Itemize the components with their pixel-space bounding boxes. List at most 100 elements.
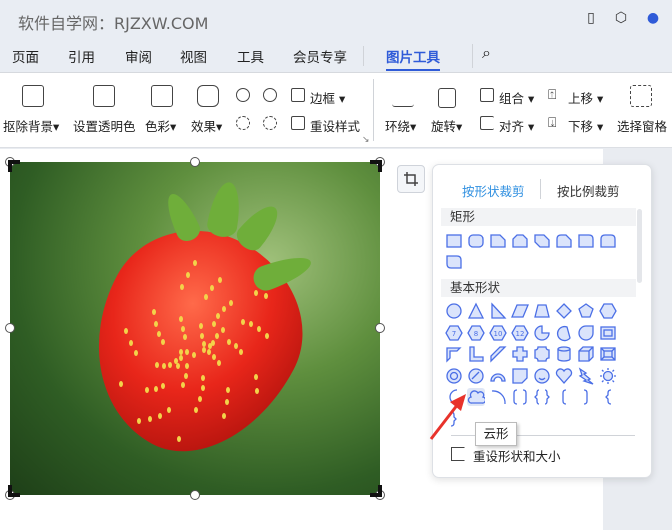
shape-right-triangle-icon[interactable] <box>489 302 507 320</box>
tab-review[interactable]: 审阅 <box>125 46 152 66</box>
wrap-button[interactable]: 环绕▾ <box>385 116 416 135</box>
bring-forward-button[interactable]: 上移 ▾ <box>568 88 603 107</box>
shape-snip1-icon[interactable] <box>489 232 507 250</box>
tab-page[interactable]: 页面 <box>12 46 39 66</box>
shape-decagon-icon[interactable]: 10 <box>489 324 507 342</box>
shape-no-symbol-icon[interactable] <box>467 367 485 385</box>
shape-oval-icon[interactable] <box>445 302 463 320</box>
shape-frame-icon[interactable] <box>599 324 617 342</box>
shape-donut-icon[interactable] <box>445 367 463 385</box>
tab-crop-by-shape[interactable]: 按形状裁剪 <box>462 181 525 200</box>
avatar-icon[interactable]: ● <box>644 10 662 28</box>
color-button[interactable]: 色彩▾ <box>145 116 176 135</box>
reset-style-button[interactable]: 重设样式 <box>310 116 360 135</box>
align-button[interactable]: 对齐 ▾ <box>499 116 534 135</box>
strawberry-image[interactable] <box>10 162 380 495</box>
send-backward-button[interactable]: 下移 ▾ <box>568 116 603 135</box>
transparent-icon[interactable] <box>93 85 115 107</box>
shape-hexagon-icon[interactable] <box>599 302 617 320</box>
selection-pane-icon[interactable] <box>630 85 652 107</box>
group-button[interactable]: 组合 ▾ <box>499 88 534 107</box>
shape-round2-same-icon[interactable] <box>599 232 617 250</box>
shape-octagon-icon[interactable]: 8 <box>467 324 485 342</box>
shape-trapezoid-icon[interactable] <box>533 302 551 320</box>
shape-teardrop-icon[interactable] <box>577 324 595 342</box>
shape-pie-icon[interactable] <box>533 324 551 342</box>
tab-picture-tools[interactable]: 图片工具 <box>386 46 440 71</box>
set-transparent-button[interactable]: 设置透明色 <box>73 116 136 135</box>
shape-heptagon-icon[interactable]: 7 <box>445 324 463 342</box>
shape-round2-diag-icon[interactable] <box>445 253 463 271</box>
tab-member[interactable]: 会员专享 <box>293 46 347 66</box>
shape-smiley-icon[interactable] <box>533 367 551 385</box>
section-rectangle: 矩形 <box>441 208 636 226</box>
border-button[interactable]: 边框 ▾ <box>310 88 345 107</box>
shape-parallelogram-icon[interactable] <box>511 302 529 320</box>
shape-l-shape-icon[interactable] <box>467 345 485 363</box>
effects-icon[interactable] <box>197 85 219 107</box>
tab-crop-by-ratio[interactable]: 按比例裁剪 <box>557 181 620 200</box>
shape-double-bracket-icon[interactable] <box>511 388 529 406</box>
search-icon[interactable]: ⌕ <box>482 43 491 63</box>
crop-corner[interactable] <box>370 485 382 497</box>
shape-snip2-same-icon[interactable] <box>511 232 529 250</box>
decrease-brightness-icon[interactable] <box>263 116 277 130</box>
remove-bg-icon[interactable] <box>22 85 44 107</box>
shape-diagonal-stripe-icon[interactable] <box>489 345 507 363</box>
shape-round-snip-icon[interactable] <box>555 232 573 250</box>
resize-handle[interactable] <box>5 323 15 333</box>
shape-folded-corner-icon[interactable] <box>511 367 529 385</box>
increase-contrast-icon[interactable] <box>236 88 250 102</box>
shape-left-bracket-icon[interactable] <box>555 388 573 406</box>
rotate-icon[interactable] <box>438 88 456 108</box>
shape-round-rect-icon[interactable] <box>467 232 485 250</box>
cube-icon[interactable]: ⬡ <box>612 10 630 28</box>
shape-plaque-icon[interactable] <box>533 345 551 363</box>
shape-chord-icon[interactable] <box>555 324 573 342</box>
resize-handle[interactable] <box>375 323 385 333</box>
resize-handle[interactable] <box>190 157 200 167</box>
shape-pentagon-icon[interactable] <box>577 302 595 320</box>
rotate-button[interactable]: 旋转▾ <box>431 116 462 135</box>
shape-block-arc-icon[interactable] <box>489 367 507 385</box>
tab-tools[interactable]: 工具 <box>237 46 264 66</box>
resize-handle[interactable] <box>190 490 200 500</box>
shape-right-bracket-icon[interactable] <box>577 388 595 406</box>
scrollbar[interactable] <box>637 209 642 283</box>
shape-diamond-icon[interactable] <box>555 302 573 320</box>
shape-sun-icon[interactable] <box>599 367 617 385</box>
selection-pane-button[interactable]: 选择窗格 <box>617 116 667 135</box>
crop-corner[interactable] <box>8 485 20 497</box>
color-icon[interactable] <box>151 85 173 107</box>
dialog-launcher-icon[interactable]: ↘ <box>362 135 370 145</box>
shape-heart-icon[interactable] <box>555 367 573 385</box>
decrease-contrast-icon[interactable] <box>263 88 277 102</box>
tab-reference[interactable]: 引用 <box>68 46 95 66</box>
shape-lightning-icon[interactable] <box>577 366 595 385</box>
shape-can-icon[interactable] <box>555 345 573 363</box>
shape-half-frame-icon[interactable] <box>445 345 463 363</box>
shape-left-brace-icon[interactable] <box>599 388 617 406</box>
shape-double-brace-icon[interactable] <box>533 388 551 406</box>
shape-triangle-icon[interactable] <box>467 302 485 320</box>
shape-rect-icon[interactable] <box>445 232 463 250</box>
wrap-icon[interactable] <box>392 85 414 107</box>
shape-arc-icon[interactable] <box>489 388 507 406</box>
shape-dodecagon-icon[interactable]: 12 <box>511 324 529 342</box>
crop-corner[interactable] <box>8 160 20 172</box>
crop-button[interactable] <box>397 165 425 193</box>
shape-bevel-icon[interactable] <box>599 345 617 363</box>
effects-button[interactable]: 效果▾ <box>191 116 222 135</box>
crop-corner[interactable] <box>370 160 382 172</box>
shape-round1-icon[interactable] <box>577 232 595 250</box>
shape-snip2-diag-icon[interactable] <box>533 232 551 250</box>
reset-shape-size-button[interactable]: 重设形状和大小 <box>473 446 561 465</box>
shape-cloud-icon[interactable] <box>467 388 487 406</box>
seed <box>161 363 166 370</box>
remove-bg-button[interactable]: 抠除背景▾ <box>3 116 59 135</box>
increase-brightness-icon[interactable] <box>236 116 250 130</box>
shape-cube-icon[interactable] <box>577 345 595 363</box>
tab-view[interactable]: 视图 <box>180 46 207 66</box>
phone-icon[interactable]: ▯ <box>582 10 600 28</box>
shape-cross-icon[interactable] <box>511 345 529 363</box>
